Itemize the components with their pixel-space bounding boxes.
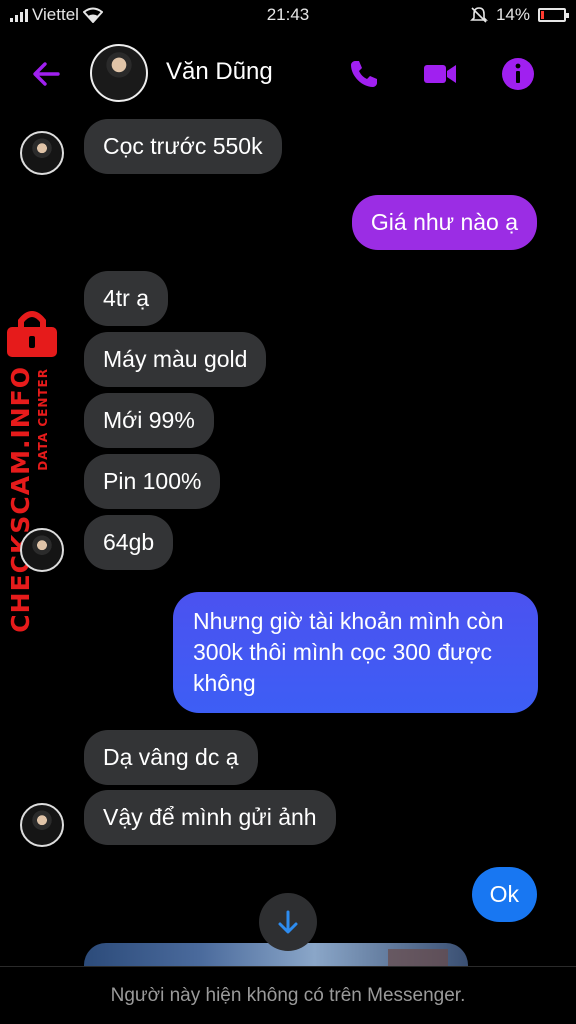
contact-name[interactable]: Văn Dũng [166, 58, 273, 86]
message-bubble-incoming[interactable]: Mới 99% [84, 393, 214, 448]
status-right: 14% [470, 5, 569, 25]
conversation-header: Văn Dũng [0, 36, 576, 112]
arrow-down-icon [278, 910, 298, 934]
battery-icon [538, 8, 569, 22]
sender-avatar[interactable] [20, 131, 64, 175]
message-bubble-incoming[interactable]: Dạ vâng dc ạ [84, 730, 258, 785]
back-arrow-icon[interactable] [26, 54, 66, 94]
message-bubble-incoming[interactable]: Vậy để mình gửi ảnh [84, 790, 336, 845]
info-icon[interactable] [500, 56, 536, 92]
message-bubble-incoming[interactable]: 4tr ạ [84, 271, 169, 326]
contact-avatar[interactable] [90, 44, 148, 102]
message-bubble-outgoing[interactable]: Ok [471, 867, 537, 922]
status-bar: Viettel 21:43 14% [0, 0, 576, 30]
scroll-to-bottom-button[interactable] [259, 893, 317, 951]
message-bubble-outgoing[interactable]: Nhưng giờ tài khoản mình còn 300k thôi m… [173, 592, 538, 713]
footer-bar: Người này hiện không có trên Messenger. [0, 966, 576, 1024]
message-bubble-incoming[interactable]: Cọc trước 550k [84, 119, 282, 174]
message-bubble-incoming[interactable]: Máy màu gold [84, 332, 267, 387]
lock-icon [7, 311, 57, 357]
watermark-sub-text: DATA CENTER [36, 368, 50, 471]
battery-fill [541, 11, 544, 19]
message-bubble-incoming[interactable]: Pin 100% [84, 454, 221, 509]
sender-avatar[interactable] [20, 803, 64, 847]
sender-avatar[interactable] [20, 528, 64, 572]
video-call-icon[interactable] [422, 56, 458, 92]
unavailable-notice: Người này hiện không có trên Messenger. [110, 985, 466, 1006]
watermark-main-text: CHECKSCAM.INFO [6, 366, 35, 633]
message-bubble-incoming[interactable]: 64gb [84, 515, 174, 570]
battery-percent: 14% [495, 5, 530, 24]
message-bubble-outgoing[interactable]: Giá như nào ạ [351, 195, 537, 250]
mute-bell-icon [470, 7, 488, 23]
phone-icon[interactable] [346, 56, 382, 92]
